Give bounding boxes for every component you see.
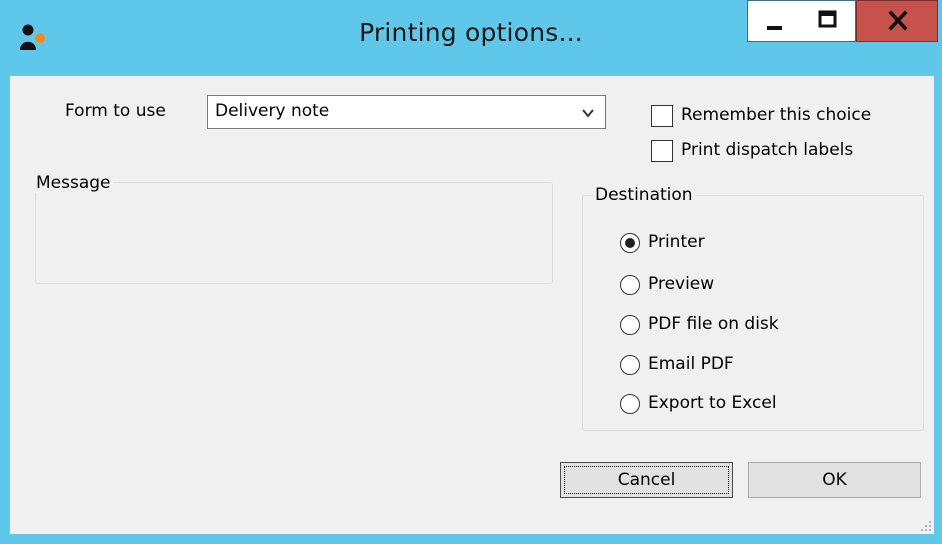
close-button[interactable] (856, 0, 938, 42)
pdf-file-radio[interactable] (620, 315, 640, 335)
export-excel-label[interactable]: Export to Excel (648, 393, 777, 413)
remember-choice-checkbox[interactable] (651, 105, 673, 127)
dialog-client-area: Form to use Delivery note Remember this … (10, 76, 934, 534)
destination-group-title: Destination (593, 185, 695, 205)
minimize-icon (767, 26, 782, 30)
form-to-use-label: Form to use (65, 101, 166, 121)
pdf-file-label[interactable]: PDF file on disk (648, 314, 779, 334)
ok-button-label: OK (822, 470, 847, 490)
print-dispatch-labels-checkbox[interactable] (651, 140, 673, 162)
email-pdf-label[interactable]: Email PDF (648, 354, 734, 374)
printing-options-window: Printing options... Form to use Delivery… (0, 0, 942, 544)
title-bar[interactable]: Printing options... (0, 0, 942, 76)
chevron-down-icon (582, 109, 594, 118)
export-excel-radio[interactable] (620, 394, 640, 414)
focus-rectangle (564, 466, 729, 494)
ok-button[interactable]: OK (748, 462, 921, 498)
message-group: Message (34, 173, 553, 284)
printer-radio[interactable] (620, 233, 640, 253)
preview-radio[interactable] (620, 275, 640, 295)
minimize-button[interactable] (747, 0, 801, 42)
cancel-button[interactable]: Cancel (560, 462, 733, 498)
printer-label[interactable]: Printer (648, 232, 705, 252)
maximize-icon (818, 10, 837, 28)
form-to-use-dropdown[interactable]: Delivery note (207, 95, 606, 129)
message-group-title: Message (34, 173, 113, 193)
preview-label[interactable]: Preview (648, 274, 714, 294)
maximize-button[interactable] (800, 0, 856, 42)
email-pdf-radio[interactable] (620, 355, 640, 375)
destination-group: Destination Printer Preview PDF file on … (582, 185, 924, 431)
resize-grip-icon[interactable] (918, 518, 932, 532)
remember-choice-label[interactable]: Remember this choice (681, 105, 871, 125)
print-dispatch-labels-label[interactable]: Print dispatch labels (681, 140, 853, 160)
form-to-use-value: Delivery note (215, 101, 330, 121)
close-icon (888, 10, 908, 31)
